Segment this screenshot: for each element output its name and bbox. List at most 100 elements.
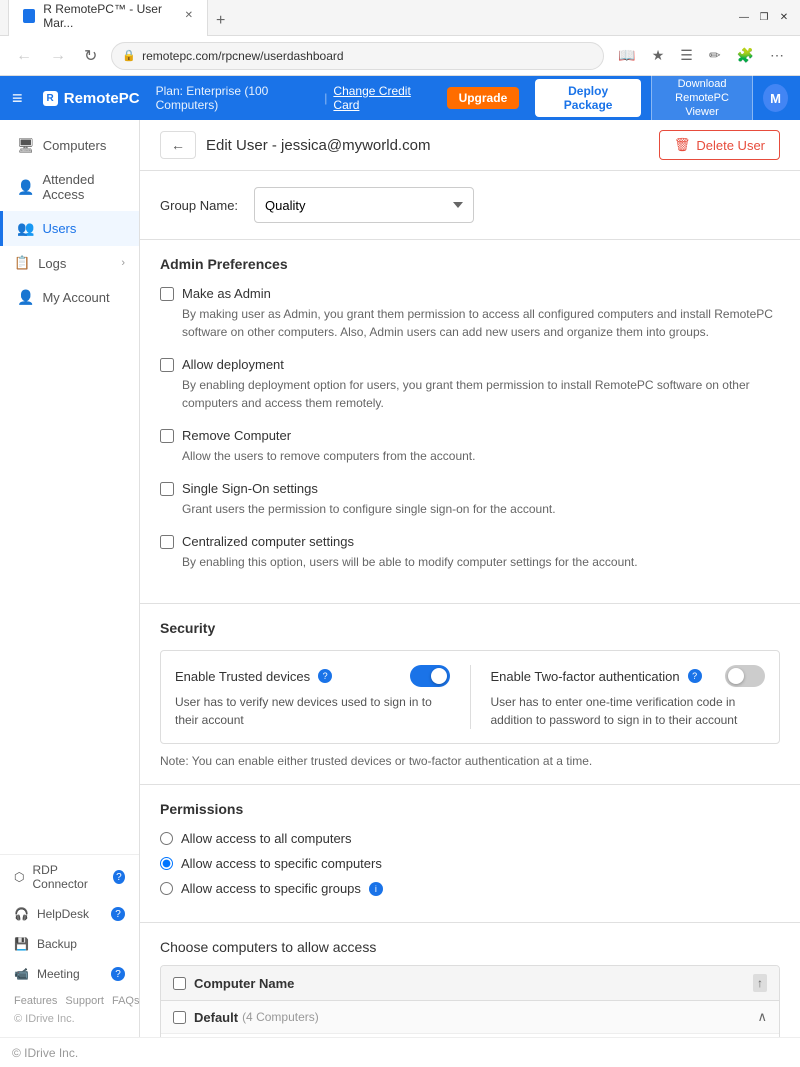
sidebar-item-attended-access[interactable]: 👤 Attended Access xyxy=(0,163,139,211)
single-sign-on-label: Single Sign-On settings xyxy=(182,481,318,496)
computer-group-default-header[interactable]: Default (4 Computers) ∧ xyxy=(161,1001,779,1034)
remove-computer-label: Remove Computer xyxy=(182,428,291,443)
maximize-icon[interactable]: ❐ xyxy=(756,10,772,26)
pref-single-sign-on-header: Single Sign-On settings xyxy=(160,481,780,496)
browser-tab-active[interactable]: R RemotePC™ - User Mar... ✕ xyxy=(8,0,208,36)
address-bar[interactable]: 🔒 remotepc.com/rpcnew/userdashboard xyxy=(111,42,604,70)
sort-icon[interactable]: ↑ xyxy=(753,974,767,992)
single-sign-on-checkbox[interactable] xyxy=(160,482,174,496)
change-credit-card-link[interactable]: Change Credit Card xyxy=(333,84,430,112)
bookmark-button[interactable]: ★ xyxy=(648,43,669,68)
perm-all-computers[interactable]: Allow access to all computers xyxy=(160,831,780,846)
refresh-nav-button[interactable]: ↻ xyxy=(80,42,101,70)
meeting-help-icon[interactable]: ? xyxy=(111,967,125,981)
footer-copyright: © IDrive Inc. xyxy=(12,1046,78,1060)
back-nav-button[interactable]: ← xyxy=(12,43,36,69)
make-admin-checkbox[interactable] xyxy=(160,287,174,301)
sidebar-item-computers[interactable]: 🖥 Computers xyxy=(0,128,139,163)
minimize-icon[interactable]: — xyxy=(736,10,752,26)
default-group-name: Default xyxy=(194,1010,238,1025)
trusted-devices-toggle[interactable] xyxy=(410,665,450,687)
make-admin-desc: By making user as Admin, you grant them … xyxy=(182,305,780,341)
logo-text: RemotePC xyxy=(64,90,140,107)
sidebar-item-backup[interactable]: 💾 Backup xyxy=(0,929,139,959)
new-tab-button[interactable]: + xyxy=(208,6,233,36)
sidebar-item-logs[interactable]: 📋 Logs › xyxy=(0,246,139,280)
helpdesk-icon: 🎧 xyxy=(14,907,29,921)
allow-deployment-checkbox[interactable] xyxy=(160,358,174,372)
reader-mode-button[interactable]: 📖 xyxy=(614,43,639,68)
sidebar-label-computers: Computers xyxy=(43,138,107,153)
admin-preferences-section: Admin Preferences Make as Admin By makin… xyxy=(140,240,800,604)
footer-features-link[interactable]: Features xyxy=(14,995,57,1007)
remove-computer-checkbox[interactable] xyxy=(160,429,174,443)
edit-user-header: ← Edit User - jessica@myworld.com 🗑 Dele… xyxy=(140,120,800,171)
rdp-help-icon[interactable]: ? xyxy=(113,870,125,884)
security-divider xyxy=(470,665,471,729)
trusted-devices-help-icon[interactable]: ? xyxy=(318,669,332,683)
menu-button[interactable]: ☰ xyxy=(676,43,697,68)
trusted-devices-desc: User has to verify new devices used to s… xyxy=(175,693,450,729)
back-button[interactable]: ← xyxy=(160,131,196,159)
perm-specific-groups-info-icon[interactable]: i xyxy=(369,882,383,896)
page-footer: © IDrive Inc. xyxy=(0,1037,800,1067)
computer-table-body: Default (4 Computers) ∧ ⊞ Anna-PC ⊞ Dian… xyxy=(161,1001,779,1037)
forward-nav-button[interactable]: → xyxy=(46,43,70,69)
default-group-count: (4 Computers) xyxy=(242,1010,319,1024)
allow-deployment-label: Allow deployment xyxy=(182,357,284,372)
logs-icon: 📋 xyxy=(14,255,30,271)
content-area: ← Edit User - jessica@myworld.com 🗑 Dele… xyxy=(140,120,800,1037)
collapse-group-icon[interactable]: ∧ xyxy=(757,1009,767,1025)
select-all-computers-checkbox[interactable] xyxy=(173,977,186,990)
default-group-checkbox[interactable] xyxy=(173,1011,186,1024)
security-title: Security xyxy=(160,620,780,636)
computer-table-header: Computer Name ↑ xyxy=(161,966,779,1001)
more-button[interactable]: ⋯ xyxy=(766,43,788,68)
edit-user-title: Edit User - jessica@myworld.com xyxy=(206,137,430,154)
attended-access-icon: 👤 xyxy=(17,179,34,196)
sidebar-item-helpdesk[interactable]: 🎧 HelpDesk ? xyxy=(0,899,139,929)
sidebar-item-my-account[interactable]: 👤 My Account xyxy=(0,280,139,315)
address-bar-actions: 📖 ★ ☰ ✏ 🧩 ⋯ xyxy=(614,43,788,68)
two-factor-toggle[interactable] xyxy=(725,665,765,687)
two-factor-toggle-thumb xyxy=(728,668,744,684)
perm-specific-computers-radio[interactable] xyxy=(160,857,173,870)
upgrade-button[interactable]: Upgrade xyxy=(447,87,520,109)
perm-specific-computers[interactable]: Allow access to specific computers xyxy=(160,856,780,871)
two-factor-help-icon[interactable]: ? xyxy=(688,669,702,683)
tools-button[interactable]: ✏ xyxy=(705,43,725,68)
sidebar-item-users[interactable]: 👥 Users xyxy=(0,211,139,246)
user-avatar[interactable]: M xyxy=(763,84,788,112)
sidebar: 🖥 Computers 👤 Attended Access 👥 Users 📋 … xyxy=(0,120,140,1037)
deploy-package-button[interactable]: Deploy Package xyxy=(535,79,641,117)
perm-specific-groups-radio[interactable] xyxy=(160,882,173,895)
helpdesk-help-icon[interactable]: ? xyxy=(111,907,125,921)
tab-close-icon[interactable]: ✕ xyxy=(185,10,193,21)
sidebar-item-meeting[interactable]: 📹 Meeting ? xyxy=(0,959,139,989)
footer-support-link[interactable]: Support xyxy=(65,995,104,1007)
group-section: Group Name: Quality Default Engineering … xyxy=(140,171,800,240)
group-select[interactable]: Quality Default Engineering Sales xyxy=(254,187,474,223)
perm-all-computers-radio[interactable] xyxy=(160,832,173,845)
pref-item-single-sign-on: Single Sign-On settings Grant users the … xyxy=(160,481,780,518)
security-note: Note: You can enable either trusted devi… xyxy=(160,754,780,768)
sidebar-item-rdp-connector[interactable]: ⬡ RDP Connector ? xyxy=(0,855,139,899)
tab-title: R RemotePC™ - User Mar... xyxy=(43,2,176,30)
close-window-icon[interactable]: ✕ xyxy=(776,10,792,26)
meeting-icon: 📹 xyxy=(14,967,29,981)
logo-icon: R xyxy=(43,91,58,106)
perm-specific-groups[interactable]: Allow access to specific groups i xyxy=(160,881,780,896)
computer-name-header: Computer Name xyxy=(194,976,753,991)
rdp-connector-label: RDP Connector xyxy=(32,863,104,891)
hamburger-icon[interactable]: ≡ xyxy=(12,88,23,109)
pref-remove-computer-header: Remove Computer xyxy=(160,428,780,443)
delete-user-button[interactable]: 🗑 Delete User xyxy=(659,130,780,160)
trusted-devices-toggle-thumb xyxy=(431,668,447,684)
centralized-computer-checkbox[interactable] xyxy=(160,535,174,549)
trusted-devices-item: Enable Trusted devices ? User has to ver… xyxy=(175,665,450,729)
main-layout: 🖥 Computers 👤 Attended Access 👥 Users 📋 … xyxy=(0,120,800,1037)
footer-faqs-link[interactable]: FAQs xyxy=(112,995,140,1007)
header-plan: Plan: Enterprise (100 Computers) | Chang… xyxy=(156,84,431,112)
download-viewer-button[interactable]: Download RemotePC Viewer xyxy=(651,71,753,126)
extensions-button[interactable]: 🧩 xyxy=(733,43,758,68)
